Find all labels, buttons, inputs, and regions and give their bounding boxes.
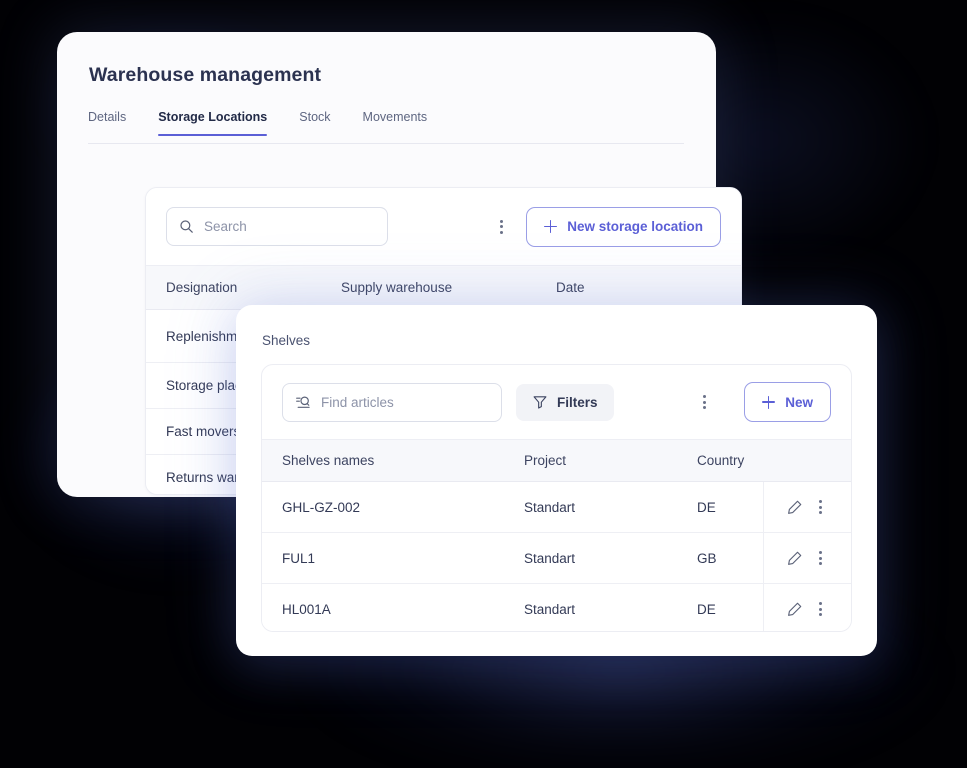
search-placeholder: Search: [204, 219, 247, 234]
filters-label: Filters: [557, 394, 598, 410]
cell-project: Standart: [504, 583, 677, 631]
table-row[interactable]: FUL1 Standart GB: [262, 532, 851, 584]
more-vertical-icon: [819, 607, 823, 611]
plus-icon: [762, 395, 776, 409]
table-row[interactable]: HL001A Standart DE: [262, 583, 851, 631]
more-vertical-icon: [819, 562, 823, 565]
toolbar-more-button[interactable]: [494, 216, 509, 238]
column-date[interactable]: Date: [536, 265, 661, 310]
row-more-button[interactable]: [813, 598, 828, 620]
screen: Warehouse management Details Storage Loc…: [0, 0, 967, 768]
more-vertical-icon: [500, 230, 504, 234]
more-vertical-icon: [819, 556, 823, 560]
new-shelf-label: New: [785, 394, 813, 410]
cell-actions: [762, 532, 851, 584]
column-actions: [763, 439, 851, 482]
tab-storage-locations[interactable]: Storage Locations: [158, 106, 268, 136]
search-icon: [180, 220, 193, 233]
cell-project: Standart: [504, 532, 677, 584]
cell-country: DE: [677, 481, 763, 533]
shelves-table: Shelves names Project Country GHL-GZ-002…: [262, 439, 851, 631]
more-vertical-icon: [819, 505, 823, 509]
shelves-panel: Find articles Filters New Shelves names …: [261, 364, 852, 632]
find-articles-placeholder: Find articles: [321, 394, 394, 410]
new-shelf-button[interactable]: New: [744, 382, 831, 422]
cell-actions: [762, 481, 851, 533]
pencil-icon[interactable]: [786, 601, 803, 618]
more-vertical-icon: [703, 400, 707, 404]
search-input[interactable]: Search: [166, 207, 388, 246]
cell-shelf-name: FUL1: [262, 532, 504, 584]
column-project[interactable]: Project: [504, 439, 677, 482]
table-row[interactable]: GHL-GZ-002 Standart DE: [262, 481, 851, 533]
row-more-button[interactable]: [813, 496, 828, 518]
cell-country: DE: [677, 583, 763, 631]
more-vertical-icon: [500, 225, 504, 228]
column-shelves-names[interactable]: Shelves names: [262, 439, 504, 482]
plus-icon: [544, 220, 558, 233]
new-storage-location-button[interactable]: New storage location: [526, 206, 721, 247]
more-vertical-icon: [703, 406, 707, 409]
more-vertical-icon: [819, 511, 823, 514]
column-country[interactable]: Country: [677, 439, 763, 482]
filters-button[interactable]: Filters: [516, 383, 614, 421]
shelves-toolbar-more-button[interactable]: [697, 391, 712, 413]
shelves-toolbar: Find articles Filters New: [262, 365, 851, 439]
more-vertical-icon: [703, 395, 707, 398]
tab-stock[interactable]: Stock: [299, 106, 330, 135]
shelves-title: Shelves: [262, 333, 311, 348]
more-vertical-icon: [500, 219, 504, 223]
tab-details[interactable]: Details: [88, 106, 126, 135]
table-header-row: Designation Supply warehouse Date: [146, 265, 741, 310]
column-supply-warehouse[interactable]: Supply warehouse: [321, 265, 536, 310]
find-articles-input[interactable]: Find articles: [282, 382, 502, 422]
column-actions: [661, 265, 741, 310]
more-vertical-icon: [819, 551, 823, 554]
more-vertical-icon: [819, 602, 823, 605]
cell-country: GB: [677, 532, 763, 584]
shelves-card: Shelves Find articles Filters New Shelve…: [236, 305, 877, 656]
page-title: Warehouse management: [89, 64, 322, 86]
row-more-button[interactable]: [813, 547, 828, 569]
new-storage-location-label: New storage location: [567, 219, 703, 234]
pencil-icon[interactable]: [786, 550, 803, 567]
pencil-icon[interactable]: [786, 499, 803, 516]
cell-shelf-name: HL001A: [262, 583, 504, 631]
more-vertical-icon: [819, 613, 823, 616]
cell-shelf-name: GHL-GZ-002: [262, 481, 504, 533]
more-vertical-icon: [819, 500, 823, 503]
table-header-row: Shelves names Project Country: [262, 439, 851, 482]
search-filter-icon: [296, 396, 310, 408]
cell-project: Standart: [504, 481, 677, 533]
cell-actions: [762, 583, 851, 631]
funnel-icon: [533, 396, 547, 409]
tab-bar: Details Storage Locations Stock Movement…: [88, 106, 684, 144]
storage-locations-toolbar: Search New storage location: [146, 188, 741, 265]
column-designation[interactable]: Designation: [146, 265, 321, 310]
tab-movements[interactable]: Movements: [363, 106, 428, 135]
